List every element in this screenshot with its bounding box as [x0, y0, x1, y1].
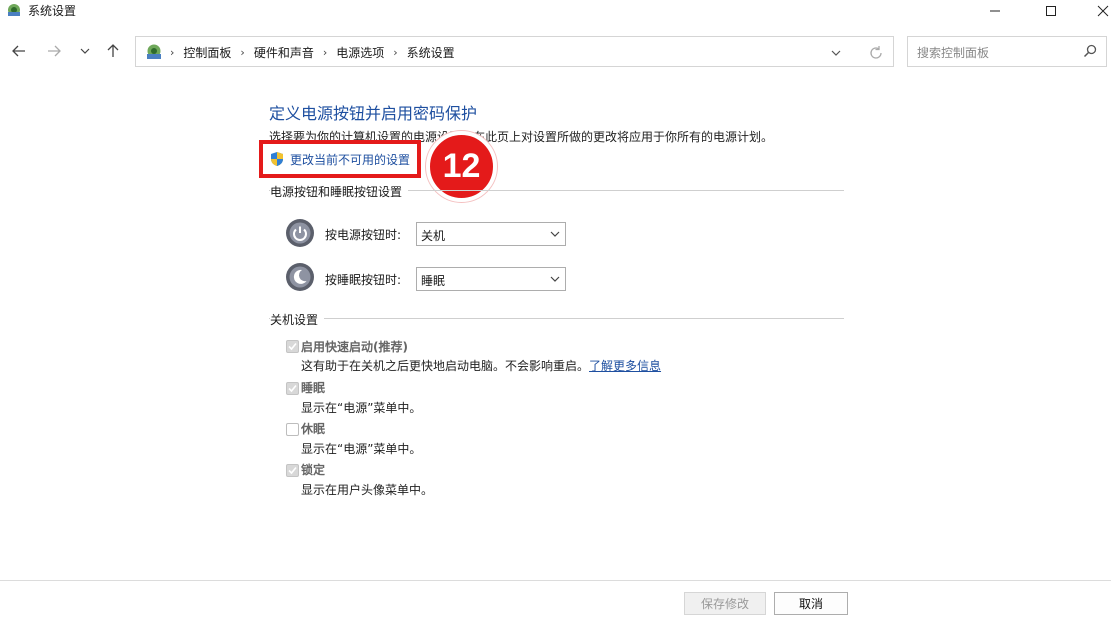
recent-locations-button[interactable]: [74, 40, 96, 62]
power-button-icon: [286, 219, 314, 247]
sleep-button-action-value: 睡眠: [421, 274, 446, 288]
lock-option-description: 显示在用户头像菜单中。: [301, 483, 434, 497]
control-panel-icon: [147, 44, 161, 59]
navigation-bar: › 控制面板 › 硬件和声音 › 电源选项 › 系统设置 搜索控制面板: [0, 28, 1111, 74]
breadcrumb-item[interactable]: 电源选项: [336, 44, 384, 61]
close-button[interactable]: [1080, 0, 1111, 22]
arrow-up-icon: [107, 44, 119, 57]
checkmark-icon: [288, 384, 297, 393]
sleep-option-description: 显示在“电源”菜单中。: [301, 401, 422, 415]
forward-button[interactable]: [43, 40, 65, 62]
back-button[interactable]: [8, 40, 30, 62]
lock-checkbox[interactable]: [286, 464, 299, 477]
breadcrumb-item[interactable]: 硬件和声音: [254, 44, 314, 61]
cancel-button[interactable]: 取消: [774, 592, 848, 615]
page-title: 定义电源按钮并启用密码保护: [269, 104, 478, 123]
control-panel-icon: [8, 4, 20, 16]
arrow-left-icon: [12, 45, 25, 57]
arrow-right-icon: [48, 45, 61, 57]
hibernate-option-description: 显示在“电源”菜单中。: [301, 442, 422, 456]
step-number-badge: 12: [426, 131, 497, 202]
sleep-button-action-select[interactable]: 睡眠: [416, 267, 566, 291]
minimize-button[interactable]: [972, 0, 1018, 22]
sleep-button-label: 按睡眠按钮时:: [325, 273, 402, 287]
chevron-right-icon: ›: [170, 46, 175, 59]
sleep-option-label: 睡眠: [301, 381, 326, 395]
minimize-icon: [990, 10, 1000, 12]
breadcrumb: › 控制面板 › 硬件和声音 › 电源选项 › 系统设置: [170, 44, 455, 61]
save-changes-button[interactable]: 保存修改: [684, 592, 766, 615]
maximize-button[interactable]: [1028, 0, 1074, 22]
fast-startup-label: 启用快速启动(推荐): [301, 340, 408, 354]
change-unavailable-settings-link[interactable]: 更改当前不可用的设置: [259, 140, 421, 178]
group-divider: [269, 318, 844, 319]
power-button-label: 按电源按钮时:: [325, 228, 402, 242]
shutdown-group-label: 关机设置: [270, 311, 325, 328]
footer-bar: [0, 581, 1111, 621]
checkmark-icon: [288, 466, 297, 475]
power-button-action-value: 关机: [421, 229, 446, 243]
refresh-icon[interactable]: [867, 44, 885, 62]
fast-startup-checkbox[interactable]: [286, 340, 299, 353]
chevron-right-icon: ›: [240, 46, 245, 59]
power-buttons-group-label: 电源按钮和睡眠按钮设置: [270, 183, 409, 200]
fast-startup-description: 这有助于在关机之后更快地启动电脑。不会影响重启。了解更多信息: [301, 357, 661, 374]
search-icon[interactable]: [1082, 43, 1098, 59]
breadcrumb-item[interactable]: 控制面板: [183, 44, 231, 61]
search-box[interactable]: 搜索控制面板: [907, 36, 1107, 67]
sleep-button-icon: [286, 263, 314, 291]
uac-shield-icon: [271, 152, 283, 166]
chevron-down-icon: [550, 276, 560, 282]
chevron-down-icon: [550, 231, 560, 237]
chevron-right-icon: ›: [393, 46, 398, 59]
fast-startup-description-text: 这有助于在关机之后更快地启动电脑。不会影响重启。: [301, 359, 590, 373]
chevron-down-icon: [80, 48, 90, 54]
lock-option-label: 锁定: [301, 463, 326, 477]
up-button[interactable]: [102, 40, 124, 62]
breadcrumb-item[interactable]: 系统设置: [407, 44, 455, 61]
window-title: 系统设置: [28, 4, 77, 18]
title-bar: 系统设置: [0, 0, 1111, 24]
learn-more-link[interactable]: 了解更多信息: [589, 359, 661, 373]
checkmark-icon: [288, 342, 297, 351]
chevron-down-icon[interactable]: [828, 45, 844, 61]
chevron-right-icon: ›: [322, 46, 328, 59]
power-button-action-select[interactable]: 关机: [416, 222, 566, 246]
hibernate-option-label: 休眠: [301, 422, 326, 436]
sleep-checkbox[interactable]: [286, 382, 299, 395]
address-bar[interactable]: › 控制面板 › 硬件和声音 › 电源选项 › 系统设置: [135, 36, 894, 67]
maximize-icon: [1046, 6, 1056, 16]
search-input[interactable]: 搜索控制面板: [917, 44, 989, 61]
change-link-text: 更改当前不可用的设置: [290, 152, 411, 167]
close-icon: [1097, 5, 1109, 17]
hibernate-checkbox[interactable]: [286, 423, 299, 436]
